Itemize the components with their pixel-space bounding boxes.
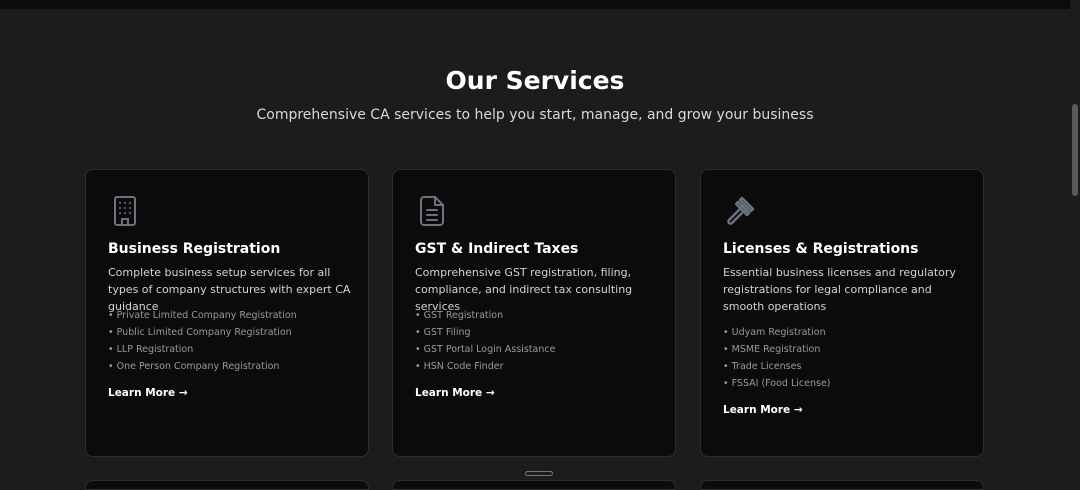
next-card-edge	[85, 480, 369, 490]
gavel-icon	[723, 194, 757, 228]
service-card-licenses: Licenses & Registrations Essential busin…	[700, 169, 984, 457]
services-section: Our Services Comprehensive CA services t…	[0, 9, 1070, 483]
learn-more-link[interactable]: Learn More →	[723, 403, 803, 417]
section-subtitle: Comprehensive CA services to help you st…	[256, 107, 814, 123]
scroll-indicator[interactable]	[525, 471, 553, 476]
service-card-gst: GST & Indirect Taxes Comprehensive GST r…	[392, 169, 676, 457]
list-item: GST Filing	[415, 324, 659, 341]
list-item: GST Registration	[415, 307, 659, 324]
list-item: Private Limited Company Registration	[108, 307, 352, 324]
list-item: Trade Licenses	[723, 358, 967, 375]
service-list: Udyam Registration MSME Registration Tra…	[723, 324, 967, 392]
learn-more-link[interactable]: Learn More →	[415, 386, 495, 400]
list-item: Public Limited Company Registration	[108, 324, 352, 341]
service-card-business-registration: Business Registration Complete business …	[85, 169, 369, 457]
building-icon	[108, 194, 142, 228]
service-list: Private Limited Company Registration Pub…	[108, 307, 352, 375]
scrollbar-thumb[interactable]	[1072, 104, 1078, 196]
list-item: One Person Company Registration	[108, 358, 352, 375]
list-item: GST Portal Login Assistance	[415, 341, 659, 358]
list-item: HSN Code Finder	[415, 358, 659, 375]
card-description: Essential business licenses and regulato…	[723, 266, 956, 313]
card-title: GST & Indirect Taxes	[415, 241, 579, 257]
list-item: LLP Registration	[108, 341, 352, 358]
card-title: Business Registration	[108, 241, 281, 257]
next-card-edge	[392, 480, 676, 490]
service-list: GST Registration GST Filing GST Portal L…	[415, 307, 659, 375]
top-navbar-edge	[0, 0, 1070, 9]
card-title: Licenses & Registrations	[723, 241, 919, 257]
learn-more-link[interactable]: Learn More →	[108, 386, 188, 400]
list-item: Udyam Registration	[723, 324, 967, 341]
vertical-scrollbar[interactable]	[1070, 0, 1080, 483]
next-card-edge	[700, 480, 984, 490]
list-item: MSME Registration	[723, 341, 967, 358]
section-title: Our Services	[445, 66, 625, 95]
document-icon	[415, 194, 449, 228]
list-item: FSSAI (Food License)	[723, 375, 967, 392]
